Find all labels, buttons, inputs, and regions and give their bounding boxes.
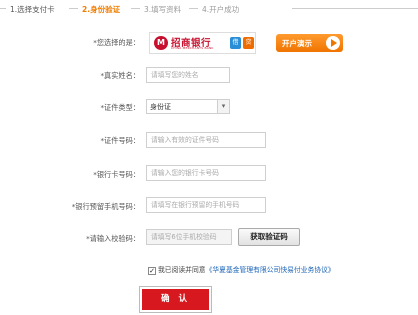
- id-type-select[interactable]: 身份证 ▾: [146, 99, 230, 114]
- bank-english-name: CHINA MERCHANTS BANK: [171, 46, 214, 50]
- play-icon: [326, 36, 340, 50]
- account-demo-label: 开户演示: [282, 39, 312, 48]
- step-separator: [69, 8, 78, 9]
- phone-label: *银行预留手机号码：: [71, 202, 140, 211]
- bank-label: *您选择的是：: [93, 38, 140, 47]
- card-number-label: *银行卡号码：: [93, 170, 140, 179]
- debit-card-tag: 借: [230, 37, 241, 49]
- id-number-input[interactable]: [146, 132, 266, 148]
- account-demo-button[interactable]: 开户演示: [276, 34, 343, 52]
- bank-emblem-icon: M: [154, 36, 168, 50]
- id-type-value: 身份证: [150, 103, 171, 111]
- verification-code-label: *请输入校验码：: [86, 234, 140, 243]
- step-identity-verification: 2.身份验证: [82, 5, 121, 14]
- agreement-link[interactable]: 《华夏基金管理有限公司快易付业务协议》: [206, 266, 335, 274]
- real-name-label: *真实姓名：: [100, 71, 140, 80]
- chevron-down-icon: ▾: [217, 100, 229, 113]
- step-select-card: 1.选择支付卡: [10, 5, 55, 14]
- confirm-button[interactable]: 确 认: [142, 289, 209, 310]
- card-number-input[interactable]: [146, 165, 266, 181]
- verification-code-input[interactable]: [146, 229, 232, 245]
- step-account-success: 4.开户成功: [202, 5, 240, 14]
- id-number-label: *证件号码：: [100, 136, 140, 145]
- agreement-row: ✓ 我已阅读并同意《华夏基金管理有限公司快易付业务协议》: [148, 264, 335, 275]
- agreement-checkbox[interactable]: ✓: [148, 267, 156, 275]
- id-type-label: *证件类型：: [100, 103, 140, 112]
- step-separator: [189, 8, 198, 9]
- step-fill-info: 3.填写资料: [144, 5, 182, 14]
- get-code-button[interactable]: 获取验证码: [238, 228, 300, 246]
- agreement-text: 我已阅读并同意: [158, 266, 206, 274]
- step-rule-left: [0, 8, 6, 9]
- step-separator: [131, 8, 140, 9]
- step-rule-right: [292, 8, 418, 9]
- bank-logo: M 招商银行 CHINA MERCHANTS BANK 借 贷: [149, 32, 256, 54]
- phone-input[interactable]: [146, 197, 266, 213]
- progress-steps: 1.选择支付卡 2.身份验证 3.填写资料 4.开户成功: [0, 0, 418, 17]
- credit-card-tag: 贷: [243, 37, 254, 49]
- real-name-input[interactable]: [146, 67, 230, 83]
